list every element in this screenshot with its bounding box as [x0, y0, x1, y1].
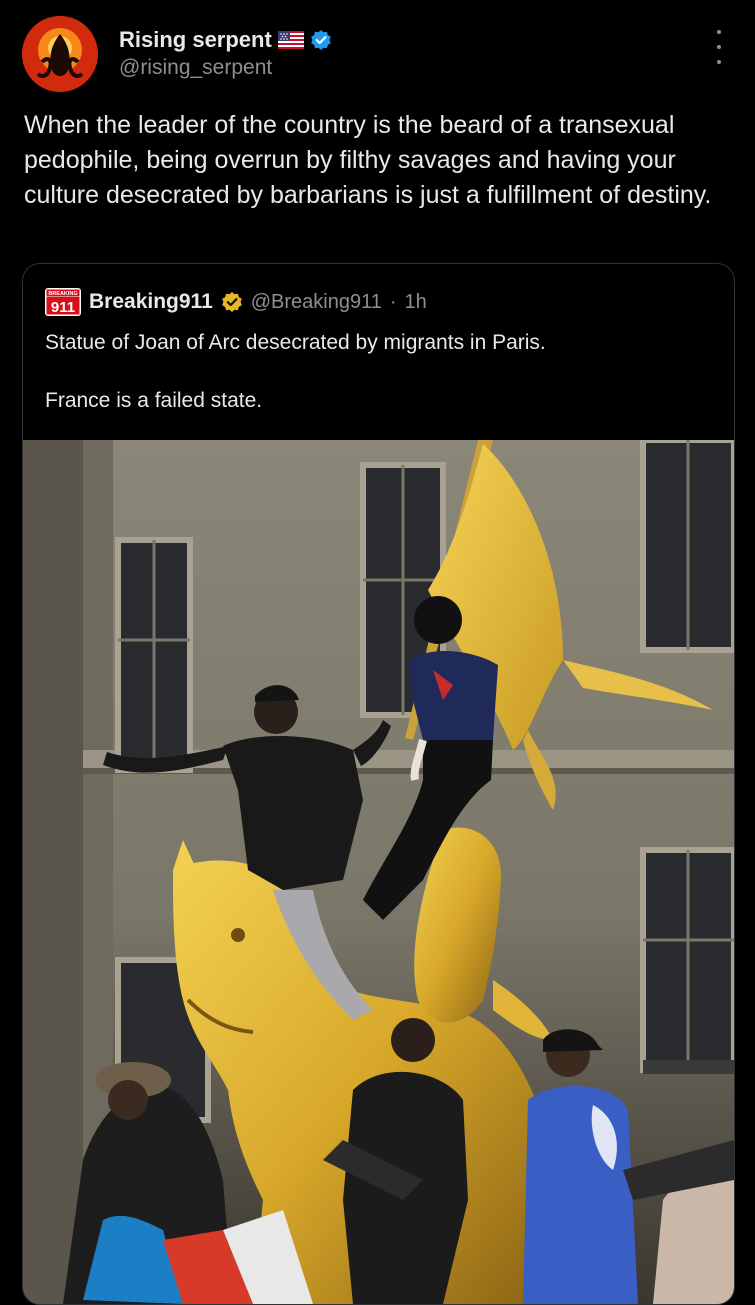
logo-top-text: BREAKING: [48, 291, 77, 297]
more-dot-icon: [717, 60, 721, 64]
separator-dot: ·: [389, 290, 397, 313]
statue-photo-illustration: [23, 440, 734, 1304]
author-handle[interactable]: @rising_serpent: [119, 56, 272, 80]
gold-verified-badge-icon[interactable]: [221, 291, 243, 313]
author-display-name[interactable]: Rising serpent: [119, 27, 272, 53]
more-dot-icon: [717, 45, 721, 49]
quoted-tweet-photo[interactable]: [23, 440, 734, 1304]
author-name-row: Rising serpent: [119, 26, 332, 54]
avatar[interactable]: [22, 16, 98, 92]
quoted-handle[interactable]: @Breaking911: [251, 291, 382, 314]
more-options-button[interactable]: [709, 30, 729, 64]
logo-number: 911: [51, 299, 75, 316]
quoted-tweet-text: Statue of Joan of Arc desecrated by migr…: [45, 328, 715, 416]
tweet-header: Rising serpent @rising_serpent: [0, 0, 755, 100]
quoted-text-line-1: Statue of Joan of Arc desecrated by migr…: [45, 331, 546, 354]
breaking911-logo-icon[interactable]: BREAKING 911: [45, 288, 81, 316]
quoted-display-name[interactable]: Breaking911: [89, 290, 213, 314]
tweet-text: When the leader of the country is the be…: [24, 111, 712, 209]
avatar-serpent-image: [22, 16, 98, 92]
more-dot-icon: [717, 30, 721, 34]
quoted-timestamp[interactable]: 1h: [405, 291, 427, 314]
verified-badge-icon[interactable]: [310, 29, 332, 51]
quoted-tweet-card[interactable]: BREAKING 911 Breaking911 @Breaking911 · …: [22, 263, 735, 1305]
quoted-tweet-header: BREAKING 911 Breaking911 @Breaking911 · …: [45, 286, 427, 318]
us-flag-icon: [277, 31, 304, 49]
quoted-text-line-2: France is a failed state.: [45, 389, 263, 412]
